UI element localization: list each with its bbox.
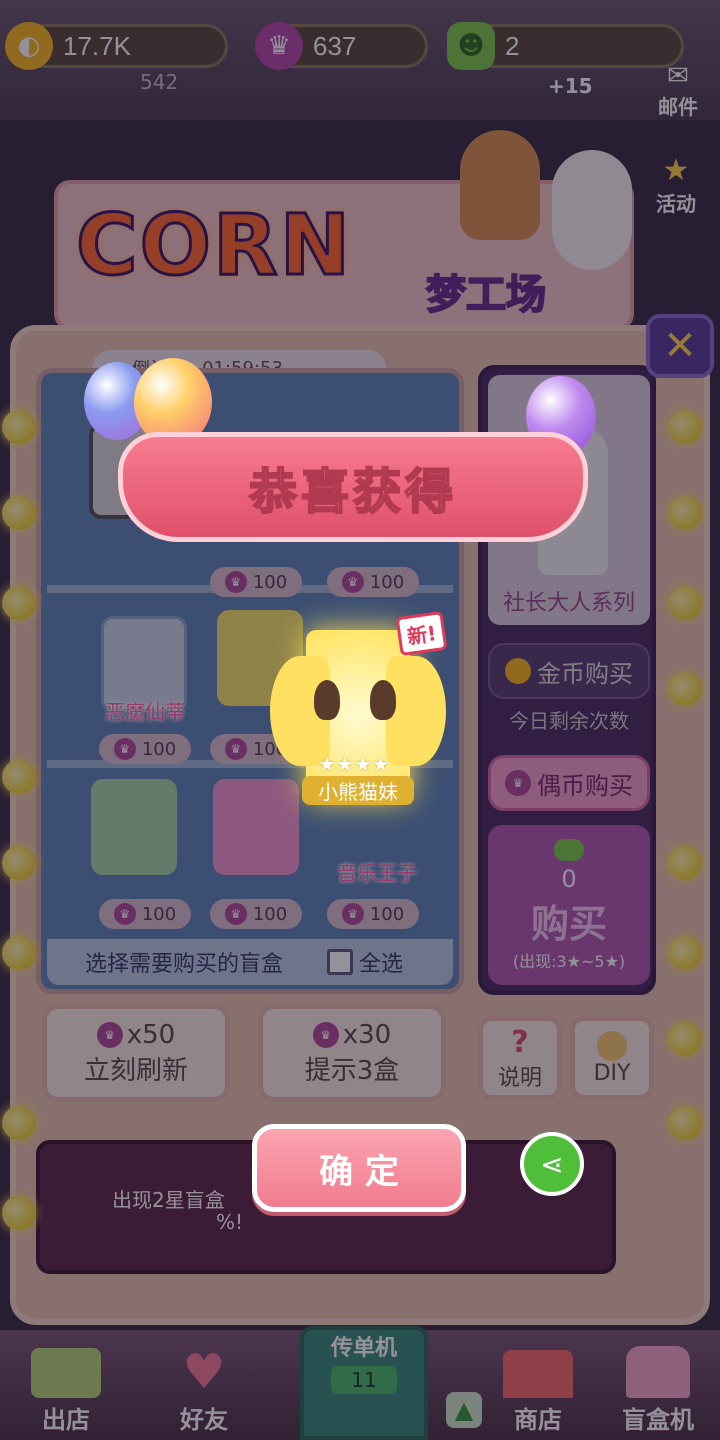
popup-title: 恭喜获得 xyxy=(248,463,457,521)
confirm-button[interactable]: 确 定 xyxy=(252,1124,466,1212)
reward-stars: ★★★★ xyxy=(318,752,390,776)
ears-icon xyxy=(314,680,340,720)
share-button[interactable]: ⋖ xyxy=(520,1132,584,1196)
new-badge: 新! xyxy=(395,610,448,657)
ribbon-banner: 恭喜获得 xyxy=(118,432,588,542)
reward-name: 小熊猫妹 xyxy=(302,776,414,805)
share-icon: ⋖ xyxy=(540,1147,564,1181)
confirm-label: 确 定 xyxy=(319,1151,399,1192)
ears-icon xyxy=(370,680,396,720)
reward-wing-right xyxy=(386,656,446,766)
